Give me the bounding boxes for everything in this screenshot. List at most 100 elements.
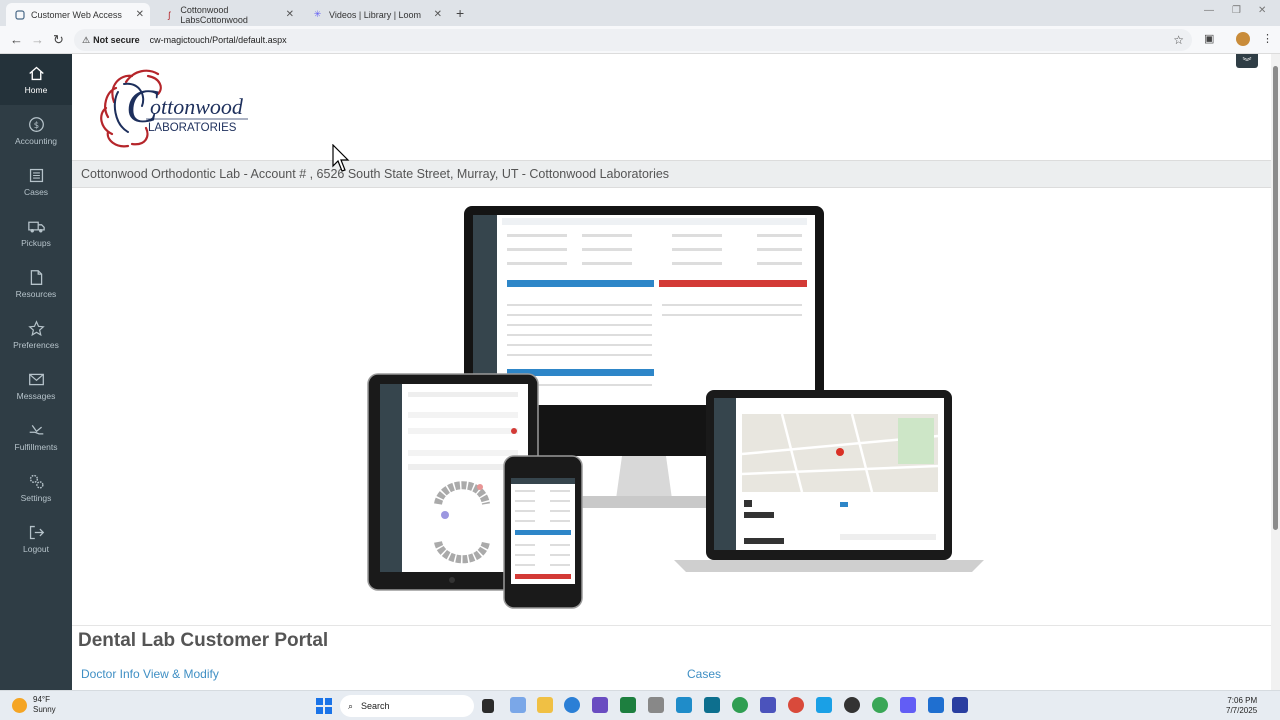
- sidebar-item-settings[interactable]: Settings: [0, 462, 72, 513]
- app-icon[interactable]: [816, 697, 832, 713]
- chrome-icon[interactable]: [732, 697, 748, 713]
- sidebar-item-label: Cases: [23, 187, 49, 197]
- sidebar-item-label: Accounting: [14, 136, 58, 146]
- page-favicon-icon: [14, 9, 25, 20]
- section-title: Dental Lab Customer Portal: [78, 630, 329, 651]
- sidebar-item-pickups[interactable]: Pickups: [0, 207, 72, 258]
- sidebar-item-label: Home: [24, 85, 48, 95]
- sidebar-item-fulfillments[interactable]: Fulfillments: [0, 411, 72, 462]
- tab-customer-web-access[interactable]: Customer Web Access ✕: [6, 3, 150, 26]
- edge-browser-icon[interactable]: [564, 697, 580, 713]
- teams-icon[interactable]: [760, 697, 776, 713]
- reload-icon[interactable]: ↻: [53, 32, 64, 48]
- close-tab-icon[interactable]: ✕: [136, 9, 144, 20]
- bookmark-star-icon[interactable]: ☆: [1173, 33, 1184, 47]
- sidebar-item-resources[interactable]: Resources: [0, 258, 72, 309]
- new-tab-button[interactable]: +: [456, 5, 464, 21]
- svg-text:$: $: [33, 120, 38, 130]
- tab-cottonwood-labs[interactable]: ʃ Cottonwood LabsCottonwood ✕: [156, 3, 300, 26]
- address-bar[interactable]: ⚠ Not secure cw-magictouch/Portal/defaul…: [74, 29, 1192, 51]
- account-line: Cottonwood Orthodontic Lab - Account # ,…: [81, 167, 670, 181]
- doctor-info-link[interactable]: Doctor Info View & Modify: [81, 667, 219, 681]
- chrome-icon[interactable]: [872, 697, 888, 713]
- snipping-icon[interactable]: [676, 697, 692, 713]
- browser-toolbar: ← → ↻ ⚠ Not secure cw-magictouch/Portal/…: [0, 26, 1280, 54]
- xbox-icon[interactable]: [620, 697, 636, 713]
- collapse-header-button[interactable]: ︾: [1236, 54, 1258, 68]
- hand-icon: [27, 421, 45, 439]
- dollar-icon: $: [27, 115, 45, 133]
- cases-link[interactable]: Cases: [687, 667, 721, 681]
- back-arrow-icon[interactable]: ←: [10, 32, 23, 47]
- os-taskbar: 94°F Sunny ⌕ Search 7:06 PM 7/7/2025: [0, 690, 1280, 720]
- sidebar-item-preferences[interactable]: Preferences: [0, 309, 72, 360]
- loom-favicon-icon: ✳: [313, 9, 322, 19]
- scrollbar-thumb[interactable]: [1273, 66, 1278, 530]
- minimize-button[interactable]: —: [1204, 5, 1214, 16]
- app-icon[interactable]: [704, 697, 720, 713]
- section-divider: [72, 625, 1271, 626]
- app-icon[interactable]: [928, 697, 944, 713]
- close-window-button[interactable]: ✕: [1258, 5, 1266, 16]
- sidebar: Home $ Accounting Cases Pickups Resource…: [0, 54, 72, 690]
- sidebar-item-label: Settings: [20, 493, 52, 503]
- main-content: C ottonwood LABORATORIES ︾ Cottonwood Or…: [72, 54, 1271, 690]
- chrome-icon[interactable]: [844, 697, 860, 713]
- logo-wordmark-top: ottonwood: [150, 94, 244, 119]
- browser-tabbar: Customer Web Access ✕ ʃ Cottonwood LabsC…: [0, 0, 1280, 26]
- app-icon[interactable]: [592, 697, 608, 713]
- home-icon: [27, 64, 45, 82]
- task-view-icon[interactable]: [482, 699, 494, 713]
- security-status[interactable]: Not secure: [93, 35, 140, 45]
- sidebar-item-messages[interactable]: Messages: [0, 360, 72, 411]
- app-icon[interactable]: [952, 697, 968, 713]
- warning-icon: ⚠: [82, 34, 91, 45]
- windows-start-icon[interactable]: [316, 698, 332, 714]
- close-tab-icon[interactable]: ✕: [286, 9, 294, 20]
- sidebar-item-home[interactable]: Home: [0, 54, 72, 105]
- loom-icon[interactable]: [900, 697, 916, 713]
- chrome-icon[interactable]: [788, 697, 804, 713]
- star-icon: [27, 319, 45, 337]
- sidebar-item-cases[interactable]: Cases: [0, 156, 72, 207]
- chevron-down-double-icon: ︾: [1242, 56, 1252, 67]
- sun-icon: [12, 697, 27, 713]
- cast-icon[interactable]: ▣: [1204, 32, 1214, 45]
- taskbar-search[interactable]: ⌕ Search: [340, 695, 474, 717]
- account-info-bar: Cottonwood Orthodontic Lab - Account # ,…: [72, 160, 1271, 188]
- system-clock[interactable]: 7:06 PM 7/7/2025: [1226, 696, 1257, 716]
- calculator-icon[interactable]: [648, 697, 664, 713]
- sidebar-item-label: Pickups: [21, 238, 51, 248]
- sidebar-item-label: Logout: [23, 544, 49, 554]
- file-icon: [27, 268, 45, 286]
- tab-title: Cottonwood LabsCottonwood: [180, 4, 248, 25]
- weather-temp: 94°F: [33, 695, 50, 704]
- device-mockup-image: [352, 204, 992, 614]
- menu-kebab-icon[interactable]: ⋮: [1262, 32, 1273, 45]
- cottonwood-logo[interactable]: C ottonwood LABORATORIES: [88, 62, 268, 154]
- profile-avatar[interactable]: [1236, 32, 1250, 46]
- url-text[interactable]: cw-magictouch/Portal/default.aspx: [150, 35, 287, 45]
- logout-icon: [27, 523, 45, 541]
- sidebar-item-label: Messages: [16, 391, 56, 401]
- sidebar-item-logout[interactable]: Logout: [0, 513, 72, 564]
- tab-loom[interactable]: ✳ Videos | Library | Loom ✕: [304, 3, 448, 26]
- clock-date: 7/7/2025: [1226, 706, 1258, 715]
- sidebar-item-accounting[interactable]: $ Accounting: [0, 105, 72, 156]
- envelope-icon: [27, 370, 45, 388]
- restore-button[interactable]: ❐: [1232, 5, 1241, 16]
- sidebar-item-label: Fulfillments: [14, 442, 58, 452]
- file-explorer-icon[interactable]: [537, 697, 553, 713]
- sidebar-item-label: Preferences: [13, 340, 59, 350]
- close-tab-icon[interactable]: ✕: [434, 9, 442, 20]
- cottonwood-favicon-icon: ʃ: [168, 9, 171, 20]
- tab-title: Customer Web Access: [31, 9, 122, 20]
- weather-widget[interactable]: 94°F Sunny: [12, 695, 56, 715]
- copilot-icon[interactable]: [510, 697, 526, 713]
- page-scrollbar[interactable]: [1271, 54, 1280, 690]
- list-icon: [27, 166, 45, 184]
- sidebar-item-label: Resources: [15, 289, 57, 299]
- forward-arrow-icon[interactable]: →: [31, 32, 44, 47]
- search-icon: ⌕: [348, 700, 354, 711]
- search-placeholder: Search: [361, 701, 390, 711]
